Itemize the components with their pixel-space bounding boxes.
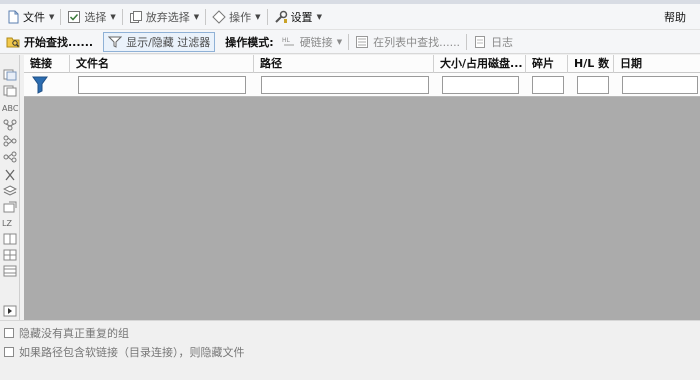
hl-count-filter-input[interactable]	[577, 76, 609, 94]
abc-sort-label[interactable]: ABC	[2, 104, 18, 113]
menu-select-label: 选择	[84, 10, 107, 24]
file-icon	[6, 10, 20, 24]
stack-icon[interactable]	[2, 185, 18, 197]
toggle-filter-label: 显示/隐藏 过滤器	[126, 35, 211, 49]
find-in-list-label: 在列表中查找......	[373, 35, 461, 49]
menu-file[interactable]: 文件 ▼	[2, 6, 58, 28]
select-all-icon[interactable]	[3, 69, 17, 81]
filter-icon	[107, 35, 123, 49]
menu-help-label: 帮助	[664, 10, 686, 24]
hide-no-duplicates-checkbox[interactable]: 隐藏没有真正重复的组	[4, 325, 129, 341]
menu-settings-label: 设置	[290, 10, 313, 24]
diamond-icon	[212, 9, 226, 24]
tree-expand-icon[interactable]	[3, 135, 17, 147]
list-view-icon[interactable]	[3, 265, 17, 277]
toggle-filter-button[interactable]: 显示/隐藏 过滤器	[103, 31, 216, 52]
menu-deselect[interactable]: 放弃选择 ▼	[125, 6, 203, 28]
column-fragments[interactable]: 碎片	[526, 55, 568, 73]
column-link[interactable]: 链接	[24, 55, 70, 73]
operation-mode-label: 操作模式:	[221, 32, 277, 52]
hide-no-duplicates-label: 隐藏没有真正重复的组	[19, 327, 129, 340]
grid-icon[interactable]	[3, 249, 17, 261]
menu-separator	[60, 8, 62, 25]
list-search-icon	[355, 35, 369, 49]
log-button[interactable]: 日志	[469, 32, 517, 52]
chevron-down-icon: ▼	[193, 12, 200, 21]
expand-panel-icon[interactable]	[3, 305, 17, 317]
grid-header: 链接 文件名 路径 大小/占用磁盘... 碎片 H/L 数 日期	[24, 55, 700, 73]
chevron-down-icon: ▼	[336, 37, 343, 46]
menu-separator	[121, 8, 123, 25]
menu-separator	[205, 8, 207, 25]
menu-operations[interactable]: 操作 ▼	[208, 6, 264, 28]
hide-symlinks-checkbox[interactable]: 如果路径包含软链接（目录连接），则隐藏文件	[4, 344, 245, 360]
lz-compress-label[interactable]: LZ	[2, 219, 12, 228]
svg-text:HL: HL	[282, 37, 291, 44]
menu-select[interactable]: 选择 ▼	[63, 6, 119, 28]
log-icon	[473, 35, 487, 49]
fragments-filter-input[interactable]	[532, 76, 564, 94]
checkbox-box[interactable]	[4, 328, 14, 338]
find-in-list-button[interactable]: 在列表中查找......	[351, 32, 464, 52]
menu-deselect-label: 放弃选择	[145, 10, 190, 24]
hard-link-dropdown[interactable]: HL 硬链接 ▼	[278, 32, 346, 52]
toolbar: 开始查找...... 显示/隐藏 过滤器 操作模式: HL 硬链接 ▼ 在列表中…	[0, 30, 700, 54]
chevron-down-icon: ▼	[316, 12, 322, 21]
menu-bar: 文件 ▼ 选择 ▼ 放弃选择 ▼ 操作 ▼ 设置 ▼ 帮助	[0, 4, 700, 30]
tree-collapse-icon[interactable]	[3, 151, 17, 163]
options-panel: 隐藏没有真正重复的组 如果路径包含软链接（目录连接），则隐藏文件	[0, 320, 700, 380]
column-hl-count[interactable]: H/L 数	[568, 55, 614, 73]
filter-funnel-icon[interactable]	[32, 76, 48, 94]
column-filename[interactable]: 文件名	[70, 55, 254, 73]
checkbox-icon	[67, 10, 81, 24]
left-toolbar: ABC LZ	[0, 55, 20, 320]
filter-row	[24, 73, 700, 97]
path-filter-input[interactable]	[261, 76, 429, 94]
filename-filter-input[interactable]	[78, 76, 246, 94]
hide-symlinks-label: 如果路径包含软链接（目录连接），则隐藏文件	[19, 346, 245, 359]
chevron-down-icon: ▼	[49, 12, 55, 21]
tree-icon[interactable]	[3, 119, 17, 131]
results-grid[interactable]: 链接 文件名 路径 大小/占用磁盘... 碎片 H/L 数 日期	[24, 55, 700, 320]
menu-settings[interactable]: 设置 ▼	[270, 6, 326, 28]
operation-mode-text: 操作模式:	[225, 35, 274, 49]
hard-link-label: 硬链接	[299, 35, 333, 49]
menu-help[interactable]: 帮助	[660, 6, 690, 28]
copy-group-icon[interactable]	[3, 85, 17, 97]
column-path[interactable]: 路径	[254, 55, 434, 73]
folder-search-icon	[6, 35, 20, 49]
size-filter-input[interactable]	[442, 76, 519, 94]
export-icon[interactable]	[3, 201, 17, 213]
start-search-label: 开始查找......	[24, 35, 94, 49]
column-date[interactable]: 日期	[614, 55, 700, 73]
menu-operations-label: 操作	[229, 10, 252, 24]
date-filter-input[interactable]	[622, 76, 698, 94]
menu-file-label: 文件	[23, 10, 45, 24]
toolbar-separator	[348, 33, 350, 50]
close-icon[interactable]	[3, 169, 17, 181]
column-size[interactable]: 大小/占用磁盘...	[434, 55, 526, 73]
hard-link-icon: HL	[282, 35, 296, 49]
grid-split-icon[interactable]	[3, 233, 17, 245]
checkbox-box[interactable]	[4, 347, 14, 357]
toolbar-separator	[466, 33, 468, 50]
start-search-button[interactable]: 开始查找......	[2, 32, 97, 52]
wrench-icon	[274, 10, 288, 24]
menu-separator	[266, 8, 268, 25]
chevron-down-icon: ▼	[255, 12, 261, 21]
log-label: 日志	[491, 35, 514, 49]
chevron-down-icon: ▼	[110, 12, 116, 21]
copy-icon	[129, 10, 143, 24]
